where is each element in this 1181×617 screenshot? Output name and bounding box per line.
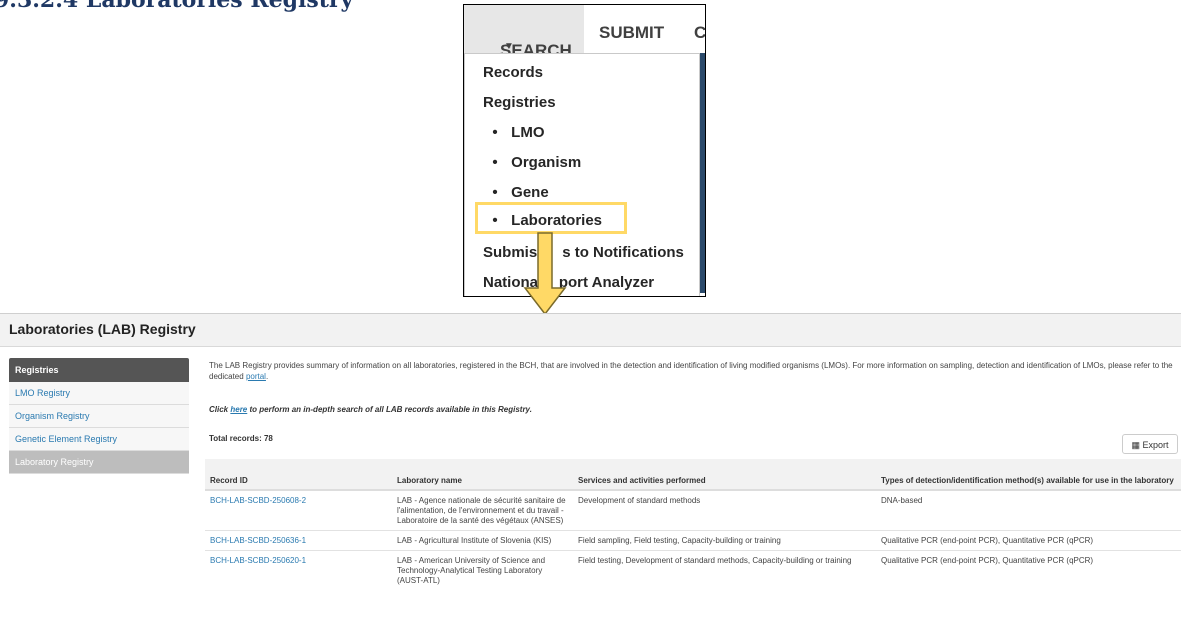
registries-sidenav: Registries LMO Registry Organism Registr… [9,358,189,474]
records-table: Record ID Laboratory name Services and a… [205,459,1181,590]
advanced-search-hint: Click here to perform an in-depth search… [209,405,532,414]
click-text: Click [209,405,229,414]
sidenav-header: Registries [9,358,189,382]
methods-cell: Qualitative PCR (end-point PCR), Quantit… [876,550,1181,590]
dropdown-item-organism-label: Organism [511,154,582,171]
sidebar-item-genetic-element-registry[interactable]: Genetic Element Registry [9,428,189,451]
tab-submit[interactable]: SUBMIT [599,23,664,43]
search-dropdown: Records Registries • LMO • Organism • Ge… [464,53,700,296]
registry-page: Laboratories (LAB) Registry Registries L… [0,313,1181,617]
sidebar-item-organism-registry[interactable]: Organism Registry [9,405,189,428]
dropdown-item-submissions[interactable]: Submiss s to Notifications [483,244,684,261]
column-header-lab-name[interactable]: Laboratory name [392,459,573,491]
lab-name-cell: LAB - Agricultural Institute of Slovenia… [392,530,573,551]
dropdown-item-national-analyzer[interactable]: National port Analyzer [483,274,654,291]
column-header-method-types[interactable]: Types of detection/identification method… [876,459,1181,491]
record-id-link[interactable]: BCH-LAB-SCBD-250636-1 [205,530,392,551]
top-nav-bar: SEARCH ▼ SUBMIT C [464,5,705,60]
lab-name-cell: LAB - Agence nationale de sécurité sanit… [392,489,573,531]
services-cell: Field testing, Development of standard m… [573,550,876,590]
lab-name-cell: LAB - American University of Science and… [392,550,573,590]
table-header-row: Record ID Laboratory name Services and a… [205,459,1181,491]
record-id-link[interactable]: BCH-LAB-SCBD-250620-1 [205,550,392,590]
export-label: Export [1142,440,1169,450]
dropdown-item-records[interactable]: Records [483,64,543,81]
section-heading: 9.3.2.4 Laboratories Registry [0,0,354,13]
search-menu-screenshot: SEARCH ▼ SUBMIT C Records Registries • LM… [463,4,706,297]
table-row: BCH-LAB-SCBD-250608-2 LAB - Agence natio… [205,489,1181,531]
methods-cell: DNA-based [876,489,1181,531]
dropdown-item-organism[interactable]: • Organism [483,154,581,171]
page-title-bar: Laboratories (LAB) Registry [0,314,1181,347]
dropdown-item-registries[interactable]: Registries [483,94,556,111]
column-header-services[interactable]: Services and activities performed [573,459,876,491]
down-arrow-icon [523,232,567,316]
portal-link[interactable]: portal [246,372,266,381]
bullet-icon: • [492,184,498,201]
record-id-link[interactable]: BCH-LAB-SCBD-250608-2 [205,489,392,531]
tab-search[interactable]: SEARCH ▼ [464,5,584,60]
highlight-box [475,202,627,234]
tab-truncated[interactable]: C [694,23,705,43]
bullet-icon: • [492,154,498,171]
dropdown-item-gene[interactable]: • Gene [483,184,549,201]
registry-intro: The LAB Registry provides summary of inf… [209,360,1181,382]
here-link[interactable]: here [230,405,247,414]
services-cell: Field sampling, Field testing, Capacity-… [573,530,876,551]
caret-down-icon: ▼ [504,41,514,52]
dropdown-item-lmo[interactable]: • LMO [483,124,545,141]
methods-cell: Qualitative PCR (end-point PCR), Quantit… [876,530,1181,551]
column-header-record-id[interactable]: Record ID [205,459,392,491]
intro-text: The LAB Registry provides summary of inf… [209,361,1173,381]
click-text-rest: to perform an in-depth search of all LAB… [249,405,532,414]
export-button[interactable]: ▦ Export [1122,434,1178,454]
services-cell: Development of standard methods [573,489,876,531]
sidebar-item-lmo-registry[interactable]: LMO Registry [9,382,189,405]
table-row: BCH-LAB-SCBD-250636-1 LAB - Agricultural… [205,530,1181,551]
intro-period: . [265,372,269,381]
bullet-icon: • [492,124,498,141]
sidebar-item-laboratory-registry[interactable]: Laboratory Registry [9,451,189,474]
page-title: Laboratories (LAB) Registry [9,321,196,337]
dropdown-item-lmo-label: LMO [511,124,545,141]
table-row: BCH-LAB-SCBD-250620-1 LAB - American Uni… [205,550,1181,590]
table-icon: ▦ [1131,440,1140,450]
dropdown-item-gene-label: Gene [511,184,549,201]
total-records: Total records: 78 [209,434,273,443]
